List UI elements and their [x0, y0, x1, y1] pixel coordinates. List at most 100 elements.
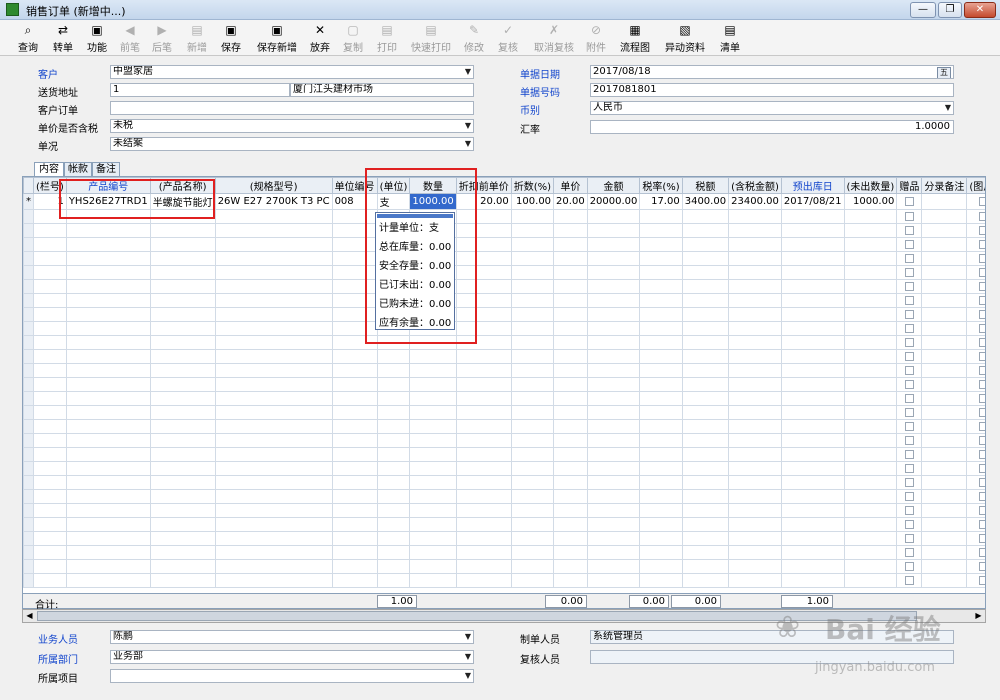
grid-cell[interactable] [966, 209, 985, 224]
grid-cell[interactable] [896, 447, 923, 462]
checkbox[interactable] [978, 561, 985, 571]
grid-cell[interactable] [966, 531, 985, 546]
checkbox[interactable] [978, 239, 985, 249]
grid-cell[interactable] [966, 307, 985, 322]
checkbox[interactable] [904, 421, 914, 431]
checkbox[interactable] [904, 477, 914, 487]
grid-cell[interactable] [376, 489, 411, 504]
table-row[interactable] [23, 265, 985, 280]
grid-cell[interactable] [510, 517, 555, 532]
row-header[interactable] [23, 573, 34, 588]
grid-cell[interactable] [921, 391, 968, 406]
checkbox[interactable] [904, 239, 914, 249]
grid-cell[interactable] [843, 293, 898, 308]
checkbox[interactable] [978, 351, 985, 361]
row-header[interactable] [23, 517, 34, 532]
grid-cell[interactable] [510, 209, 555, 224]
grid-cell[interactable] [33, 517, 67, 532]
grid-cell[interactable] [553, 433, 588, 448]
grid-cell[interactable] [896, 209, 923, 224]
checkbox[interactable] [978, 533, 985, 543]
scroll-left-icon[interactable]: ◀ [23, 610, 36, 622]
checkbox[interactable] [978, 281, 985, 291]
grid-cell[interactable] [921, 377, 968, 392]
grid-cell[interactable] [639, 363, 683, 378]
grid-cell[interactable] [639, 251, 683, 266]
grid-cell[interactable] [586, 559, 641, 574]
grid-cell[interactable] [455, 419, 512, 434]
grid-cell[interactable]: 20000.00 [586, 193, 641, 210]
grid-cell[interactable] [639, 461, 683, 476]
grid-cell[interactable] [780, 209, 845, 224]
toolbar-quick-print-button[interactable]: ▤ 快速打印 [407, 22, 455, 54]
grid-cell[interactable] [896, 475, 923, 490]
grid-cell[interactable] [33, 573, 67, 588]
row-header[interactable] [23, 209, 34, 224]
grid-cell[interactable] [510, 265, 555, 280]
grid-cell[interactable] [33, 363, 67, 378]
grid-cell[interactable] [921, 517, 968, 532]
row-header[interactable] [23, 265, 34, 280]
grid-cell[interactable] [376, 573, 411, 588]
checkbox[interactable] [904, 393, 914, 403]
table-row[interactable] [23, 503, 985, 518]
grid-cell[interactable] [553, 503, 588, 518]
grid-cell[interactable] [728, 531, 782, 546]
grid-cell[interactable] [376, 447, 411, 462]
grid-cell[interactable] [510, 503, 555, 518]
grid-cell[interactable] [455, 573, 512, 588]
grid-cell[interactable] [33, 293, 67, 308]
grid-cell[interactable] [843, 405, 898, 420]
grid-cell[interactable] [65, 223, 151, 238]
grid-cell[interactable] [681, 335, 730, 350]
grid-cell[interactable] [214, 279, 333, 294]
toolbar-query-button[interactable]: ⌕ 查询 [14, 22, 42, 54]
grid-cell[interactable] [728, 363, 782, 378]
grid-cell[interactable] [331, 503, 378, 518]
grid-cell[interactable] [331, 531, 378, 546]
checkbox[interactable] [904, 337, 914, 347]
grid-cell[interactable] [376, 559, 411, 574]
grid-cell[interactable] [65, 517, 151, 532]
grid-cell[interactable] [586, 377, 641, 392]
grid-cell[interactable] [681, 419, 730, 434]
grid-cell[interactable] [966, 545, 985, 560]
grid-cell[interactable] [780, 265, 845, 280]
checkbox[interactable] [904, 547, 914, 557]
toolbar-cancel-review-button[interactable]: ✗ 取消复核 [528, 22, 580, 54]
column-header[interactable]: 分录备注 [921, 177, 968, 194]
grid-cell[interactable] [639, 209, 683, 224]
grid-cell[interactable] [639, 447, 683, 462]
toolbar-flowchart-button[interactable]: ▦ 流程图 [616, 22, 654, 54]
grid-cell[interactable] [149, 237, 216, 252]
grid-cell[interactable] [843, 545, 898, 560]
grid-cell[interactable] [921, 489, 968, 504]
grid-cell[interactable] [921, 335, 968, 350]
grid-cell[interactable] [455, 349, 512, 364]
checkbox[interactable] [904, 519, 914, 529]
checkbox[interactable] [978, 477, 985, 487]
grid-cell[interactable] [780, 223, 845, 238]
grid-cell[interactable] [214, 251, 333, 266]
grid-cell[interactable] [966, 405, 985, 420]
grid-cell[interactable] [409, 447, 457, 462]
row-header[interactable] [23, 391, 34, 406]
grid-cell[interactable] [586, 391, 641, 406]
table-row[interactable] [23, 391, 985, 406]
grid-cell[interactable] [149, 321, 216, 336]
grid-cell[interactable] [510, 475, 555, 490]
grid-cell[interactable] [639, 419, 683, 434]
grid-cell[interactable] [455, 503, 512, 518]
grid-cell[interactable] [214, 433, 333, 448]
grid-cell[interactable] [843, 433, 898, 448]
grid-cell[interactable] [896, 223, 923, 238]
grid-cell[interactable] [331, 391, 378, 406]
grid-cell[interactable] [65, 545, 151, 560]
grid-cell[interactable] [214, 503, 333, 518]
grid-cell[interactable] [780, 307, 845, 322]
grid-cell[interactable] [780, 489, 845, 504]
grid-cell[interactable] [149, 545, 216, 560]
grid-cell[interactable] [33, 419, 67, 434]
grid-cell[interactable] [639, 503, 683, 518]
grid-cell[interactable] [586, 335, 641, 350]
